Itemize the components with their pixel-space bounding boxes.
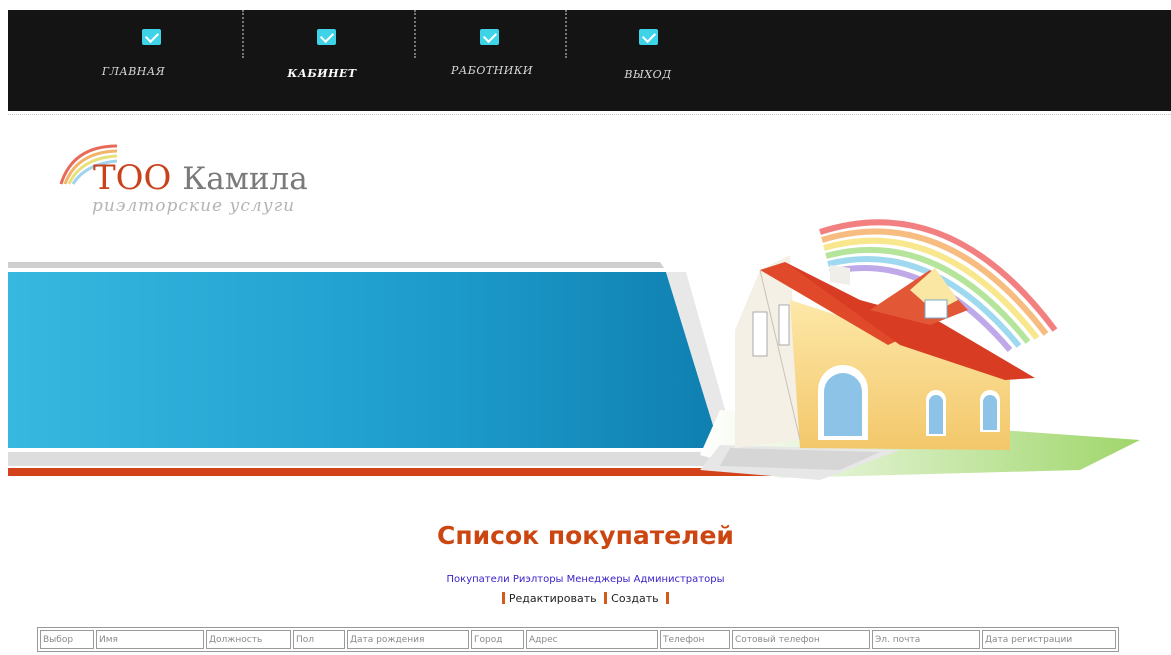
column-header-registration-date[interactable]: Дата регистрации (982, 630, 1116, 649)
nav-separator (565, 10, 567, 58)
create-link[interactable]: Создать (611, 592, 659, 605)
column-header-address[interactable]: Адрес (526, 630, 658, 649)
header-divider (8, 114, 1171, 115)
checkmark-icon (480, 29, 499, 45)
nav-item-label: ГЛАВНАЯ (101, 65, 166, 78)
edit-link[interactable]: Редактировать (509, 592, 597, 605)
nav-item-label: ВЫХОД (624, 68, 672, 81)
column-header-position[interactable]: Должность (206, 630, 291, 649)
header-banner (8, 219, 1140, 480)
nav-item-home[interactable]: ГЛАВНАЯ (76, 10, 191, 111)
nav-item-workers[interactable]: РАБОТНИКИ (428, 10, 556, 111)
logo-title: ТОО Камила (93, 158, 308, 198)
logo-title-red: ТОО (93, 158, 172, 198)
link-administrators[interactable]: Администраторы (634, 574, 725, 585)
nav-item-label: РАБОТНИКИ (451, 64, 533, 77)
table-header-row: Выбор Имя Должность Пол Дата рождения Го… (40, 630, 1116, 649)
link-managers[interactable]: Менеджеры (567, 574, 631, 585)
nav-separator (242, 10, 244, 58)
column-header-phone[interactable]: Телефон (660, 630, 730, 649)
top-nav-bar: ГЛАВНАЯ КАБИНЕТ РАБОТНИКИ ВЫХОД (8, 10, 1171, 111)
checkmark-icon (142, 29, 161, 45)
column-header-birth-date[interactable]: Дата рождения (347, 630, 469, 649)
company-logo[interactable]: ТОО Камила риэлторские услуги (55, 140, 355, 220)
link-realtors[interactable]: Риэлторы (513, 574, 564, 585)
nav-separator (414, 10, 416, 58)
column-header-mobile[interactable]: Сотовый телефон (732, 630, 870, 649)
separator-bar (501, 592, 505, 604)
link-buyers[interactable]: Покупатели (447, 574, 510, 585)
column-header-email[interactable]: Эл. почта (872, 630, 980, 649)
role-filter-links: Покупатели Риэлторы Менеджеры Администра… (0, 574, 1171, 585)
column-header-gender[interactable]: Пол (293, 630, 345, 649)
column-header-select[interactable]: Выбор (40, 630, 94, 649)
separator-bar (666, 592, 670, 604)
action-links: Редактировать Создать (0, 592, 1171, 605)
separator-bar (604, 592, 608, 604)
buyers-table: Выбор Имя Должность Пол Дата рождения Го… (37, 627, 1119, 652)
column-header-name[interactable]: Имя (96, 630, 204, 649)
nav-item-exit[interactable]: ВЫХОД (603, 10, 693, 111)
logo-title-grey: Камила (182, 161, 308, 197)
logo-subtitle: риэлторские услуги (92, 196, 296, 216)
checkmark-icon (317, 29, 336, 45)
nav-item-cabinet[interactable]: КАБИНЕТ (258, 10, 386, 111)
column-header-city[interactable]: Город (471, 630, 524, 649)
page-title: Список покупателей (437, 521, 734, 550)
checkmark-icon (639, 29, 658, 45)
nav-item-label: КАБИНЕТ (287, 67, 357, 80)
